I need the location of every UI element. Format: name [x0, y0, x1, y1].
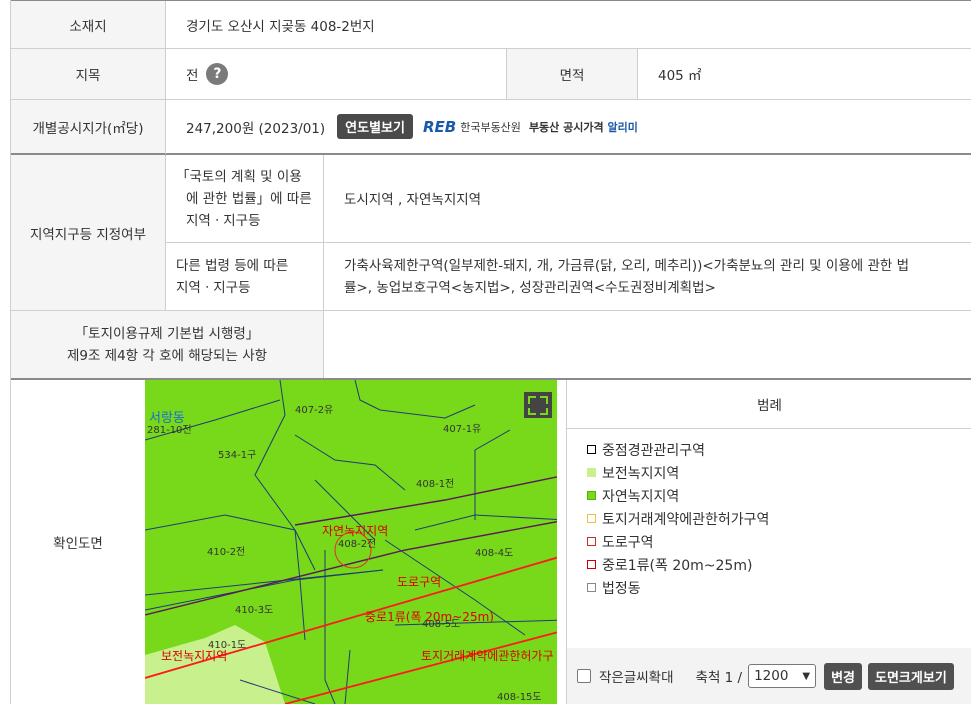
map-parcel-label: 408-5도	[422, 619, 461, 630]
legend-item: 중점경관관리구역	[587, 438, 769, 461]
cadastral-map[interactable]: 서랑동 281-10전 407-2유 407-1유 534-1구 408-1전 …	[145, 380, 566, 704]
map-zone-label: 보전녹지지역	[161, 649, 228, 663]
map-parcel-label: 407-2유	[295, 405, 334, 416]
map-parcel-label: 534-1구	[218, 450, 257, 461]
zoning-sub1-value: 도시지역 , 자연녹지지역	[344, 192, 482, 208]
yearly-view-button[interactable]: 연도별보기	[337, 114, 413, 139]
enlarge-map-button[interactable]: 도면크게보기	[868, 662, 954, 690]
map-zone-label: 토지거래계약에관한허가구	[421, 649, 554, 663]
map-parcel-label: 408-1전	[416, 479, 455, 490]
map-legend: 범례 중점경관관리구역 보전녹지지역 자연녹지지역 토지거래계약에관한허가구역 …	[566, 380, 971, 704]
land-category-cell: 전 ?	[166, 49, 506, 99]
official-price-label: 개별공시지가(㎡당)	[11, 100, 165, 153]
location-label: 소재지	[11, 1, 165, 48]
area-value: 405 ㎡	[658, 68, 702, 84]
map-parcel-label: 410-3도	[235, 605, 274, 616]
map-parcel-label: 410-2전	[207, 547, 246, 558]
land-use-plan-page: 소재지 경기도 오산시 지곶동 408-2번지 지목 전 ? 면적 405 ㎡ …	[0, 0, 971, 704]
enlarge-text-checkbox[interactable]	[577, 669, 591, 683]
land-category-label: 지목	[11, 49, 165, 99]
map-zone-label: 도로구역	[397, 575, 442, 589]
reb-org-name: 한국부동산원	[460, 120, 521, 134]
map-row-label: 확인도면	[11, 380, 145, 704]
zoning-sub2-label: 다른 법령 등에 따른 지역ㆍ지구등	[176, 257, 289, 296]
zoning-sub1-label: 「국토의 계획 및 이용 에 관한 법률」에 따른 지역ㆍ지구등	[176, 168, 312, 229]
land-category-value: 전	[186, 68, 199, 84]
scale-select[interactable]: 1200 ▼	[748, 664, 817, 688]
legend-item: 보전녹지지역	[587, 461, 769, 484]
legend-title: 범례	[567, 380, 971, 429]
legend-list: 중점경관관리구역 보전녹지지역 자연녹지지역 토지거래계약에관한허가구역 도로구…	[587, 438, 769, 599]
legend-item: 토지거래계약에관한허가구역	[587, 507, 769, 530]
area-label: 면적	[507, 49, 637, 99]
location-value: 경기도 오산시 지곶동 408-2번지	[186, 18, 375, 35]
change-scale-button[interactable]: 변경	[824, 662, 863, 690]
legend-item: 중로1류(폭 20m~25m)	[587, 553, 769, 576]
help-icon[interactable]: ?	[206, 63, 229, 85]
target-parcel-label: 408-2전	[338, 539, 377, 550]
legend-item: 도로구역	[587, 530, 769, 553]
zoning-label: 지역지구등 지정여부	[11, 155, 165, 310]
price-alert-service: 부동산 공시가격 알리미	[528, 120, 638, 134]
decree-label: 「토지이용규제 기본법 시행령」 제9조 제4항 각 호에 해당되는 사항	[11, 311, 323, 378]
legend-item: 자연녹지지역	[587, 484, 769, 507]
map-parcel-label: 407-1유	[443, 424, 482, 435]
map-parcel-label: 408-4도	[475, 548, 514, 559]
reb-price-alert-link[interactable]: REB 한국부동산원 부동산 공시가격 알리미	[423, 118, 638, 136]
decree-value	[324, 311, 971, 378]
map-parcel-label: 281-10전	[147, 425, 192, 436]
scale-label: 축척 1 /	[695, 670, 743, 686]
official-price-value: 247,200원 (2023/01)	[186, 120, 326, 137]
reb-logo-icon: REB	[422, 117, 457, 136]
legend-item: 법정동	[587, 576, 769, 599]
official-price-cell: 247,200원 (2023/01) 연도별보기 REB 한국부동산원 부동산 …	[166, 100, 971, 153]
map-controls: 작은글씨확대 축척 1 / 1200 ▼ 변경 도면크게보기	[567, 648, 971, 704]
chevron-down-icon: ▼	[802, 670, 811, 682]
map-parcel-label: 408-15도	[497, 692, 542, 703]
enlarge-text-label: 작은글씨확대	[599, 670, 674, 686]
zoning-sub2-value: 가축사육제한구역(일부제한-돼지, 개, 가금류(닭, 오리, 메추리))<가축…	[344, 257, 909, 296]
